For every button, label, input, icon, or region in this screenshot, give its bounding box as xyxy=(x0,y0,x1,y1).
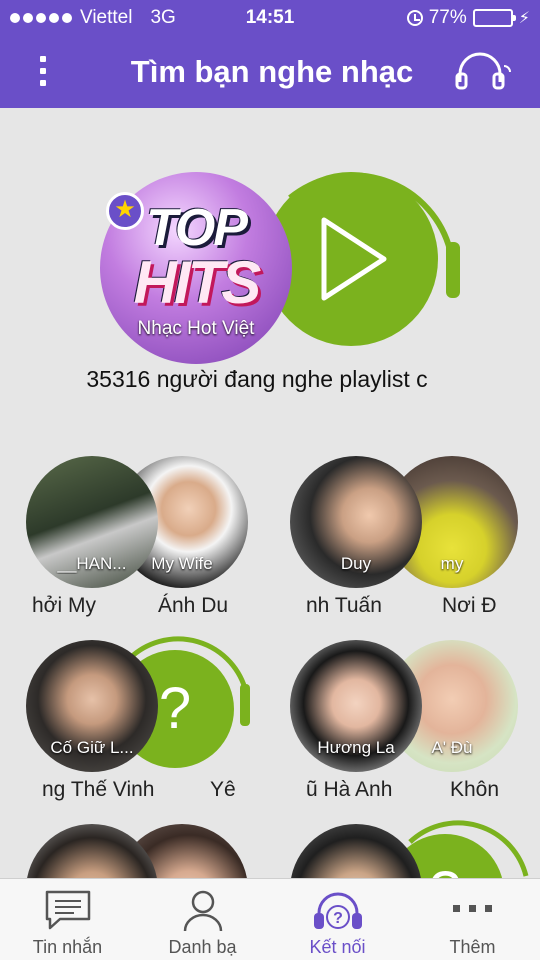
listener-name: Yê xyxy=(210,778,236,801)
listener-name: Khôn xyxy=(450,778,500,801)
listener-name: hởi My xyxy=(32,594,96,617)
tab-label: Danh bạ xyxy=(168,937,237,957)
top-bar: Viettel 3G 14:51 77% ⚡ Tìm bạn nghe nhạc xyxy=(0,0,540,108)
avatar-label: Duy xyxy=(340,554,372,573)
tab-label: Tin nhắn xyxy=(32,937,103,957)
playlist-name: Nhạc Hot Việt xyxy=(137,318,255,339)
tab-label: Kết nối xyxy=(309,937,366,957)
listener-pair[interactable]: ? Cố Giữ L... ng Thế Vinh Yê xyxy=(26,636,266,810)
tab-contacts[interactable]: Danh bạ xyxy=(135,879,270,960)
listener-pair[interactable]: Hương La A' Đù ũ Hà Anh Khôn xyxy=(290,640,530,810)
avatar-label: Cố Giữ L... xyxy=(50,738,134,757)
tab-messages[interactable]: Tin nhắn xyxy=(0,879,135,960)
contact-icon xyxy=(183,890,222,932)
avatar-label: Hương La xyxy=(317,738,395,757)
avatar-label: __HAN... xyxy=(57,554,127,573)
listener-name: ng Thế Vinh xyxy=(42,778,155,801)
tab-more[interactable]: Thêm xyxy=(405,879,540,960)
listener-name: nh Tuấn xyxy=(306,594,382,617)
avatar[interactable]: Duy xyxy=(290,456,422,588)
tab-label: Thêm xyxy=(449,937,496,957)
cover-title-hits: HITS xyxy=(133,249,262,316)
headphones-icon[interactable] xyxy=(454,52,514,90)
battery-icon xyxy=(472,9,516,27)
listener-pair[interactable]: __HAN... My Wife hởi My Ánh Du xyxy=(26,456,266,626)
listener-pair[interactable]: Duy my nh Tuấn Nơi Đ xyxy=(290,456,530,626)
avatar[interactable]: Cố Giữ L... xyxy=(26,640,158,772)
avatar[interactable]: Hương La xyxy=(290,640,422,772)
svg-text:?: ? xyxy=(333,910,343,927)
charging-icon: ⚡ xyxy=(518,10,530,27)
avatar[interactable]: __HAN... xyxy=(26,456,158,588)
status-bar: Viettel 3G 14:51 77% ⚡ xyxy=(0,0,540,36)
listener-name: Nơi Đ xyxy=(442,594,497,617)
headphones-question-icon: ? xyxy=(313,892,362,929)
star-icon: ★ xyxy=(106,192,144,230)
alarm-icon xyxy=(406,10,423,26)
tab-bar: Tin nhắn Danh bạ ? Kết nối Thêm xyxy=(0,878,540,960)
message-icon xyxy=(45,890,90,930)
more-dots-icon xyxy=(452,905,492,912)
battery-percent: 77% xyxy=(428,7,467,28)
tab-connect[interactable]: ? Kết nối xyxy=(270,879,405,960)
listeners-count: 35316 người đang nghe playlist c xyxy=(86,366,428,392)
featured-playlist[interactable]: TOP HITS Nhạc Hot Việt ★ xyxy=(100,160,470,370)
listener-name: Ánh Du xyxy=(158,594,229,617)
listener-name: ũ Hà Anh xyxy=(306,778,393,801)
